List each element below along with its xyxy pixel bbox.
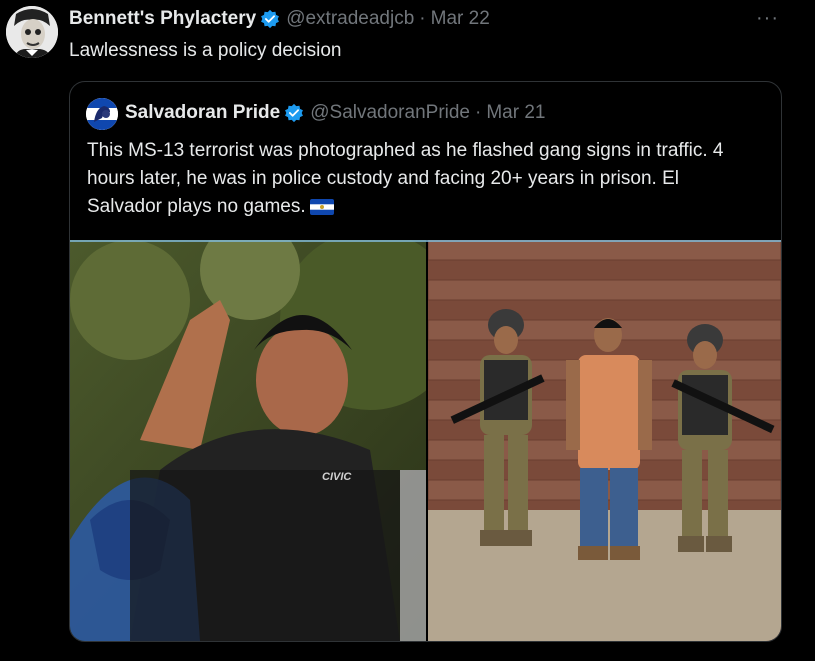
quoted-text: This MS-13 terrorist was photographed as… bbox=[87, 137, 757, 221]
quoted-author-handle[interactable]: @SalvadoranPride bbox=[310, 102, 470, 124]
el-salvador-flag-icon bbox=[309, 198, 334, 215]
civic-emblem-text: CIVIC bbox=[322, 471, 352, 483]
author-avatar[interactable] bbox=[6, 6, 58, 58]
separator-dot: · bbox=[475, 102, 482, 123]
separator-dot: · bbox=[419, 8, 426, 29]
quoted-author-avatar[interactable] bbox=[86, 98, 118, 130]
quoted-text-body: This MS-13 terrorist was photographed as… bbox=[87, 140, 724, 217]
verified-badge-icon bbox=[285, 103, 304, 123]
quoted-date[interactable]: Mar 21 bbox=[486, 102, 545, 124]
quoted-author-name[interactable]: Salvadoran Pride bbox=[125, 102, 280, 124]
verified-badge-icon bbox=[261, 9, 280, 29]
quoted-post[interactable]: Salvadoran Pride @SalvadoranPride · Mar … bbox=[69, 81, 782, 642]
more-options-icon[interactable]: ··· bbox=[756, 7, 779, 30]
salvadoran-emblem-icon bbox=[86, 98, 118, 130]
traffic-photo: CIVIC bbox=[70, 240, 426, 641]
post-text: Lawlessness is a policy decision bbox=[69, 40, 342, 61]
media-top-border bbox=[70, 240, 781, 242]
custody-photo bbox=[428, 240, 781, 641]
author-name[interactable]: Bennett's Phylactery bbox=[69, 8, 256, 30]
author-handle[interactable]: @extradeadjcb bbox=[286, 8, 414, 30]
quoted-header: Salvadoran Pride @SalvadoranPride · Mar … bbox=[125, 102, 545, 124]
media-photo-traffic[interactable]: CIVIC bbox=[70, 240, 426, 641]
quoted-media[interactable]: CIVIC bbox=[70, 240, 781, 641]
media-photo-custody[interactable] bbox=[428, 240, 781, 641]
skull-portrait-icon bbox=[6, 6, 58, 58]
post-card[interactable]: Bennett's Phylactery @extradeadjcb · Mar… bbox=[0, 0, 815, 661]
post-date[interactable]: Mar 22 bbox=[431, 8, 490, 30]
post-header: Bennett's Phylactery @extradeadjcb · Mar… bbox=[69, 8, 490, 30]
